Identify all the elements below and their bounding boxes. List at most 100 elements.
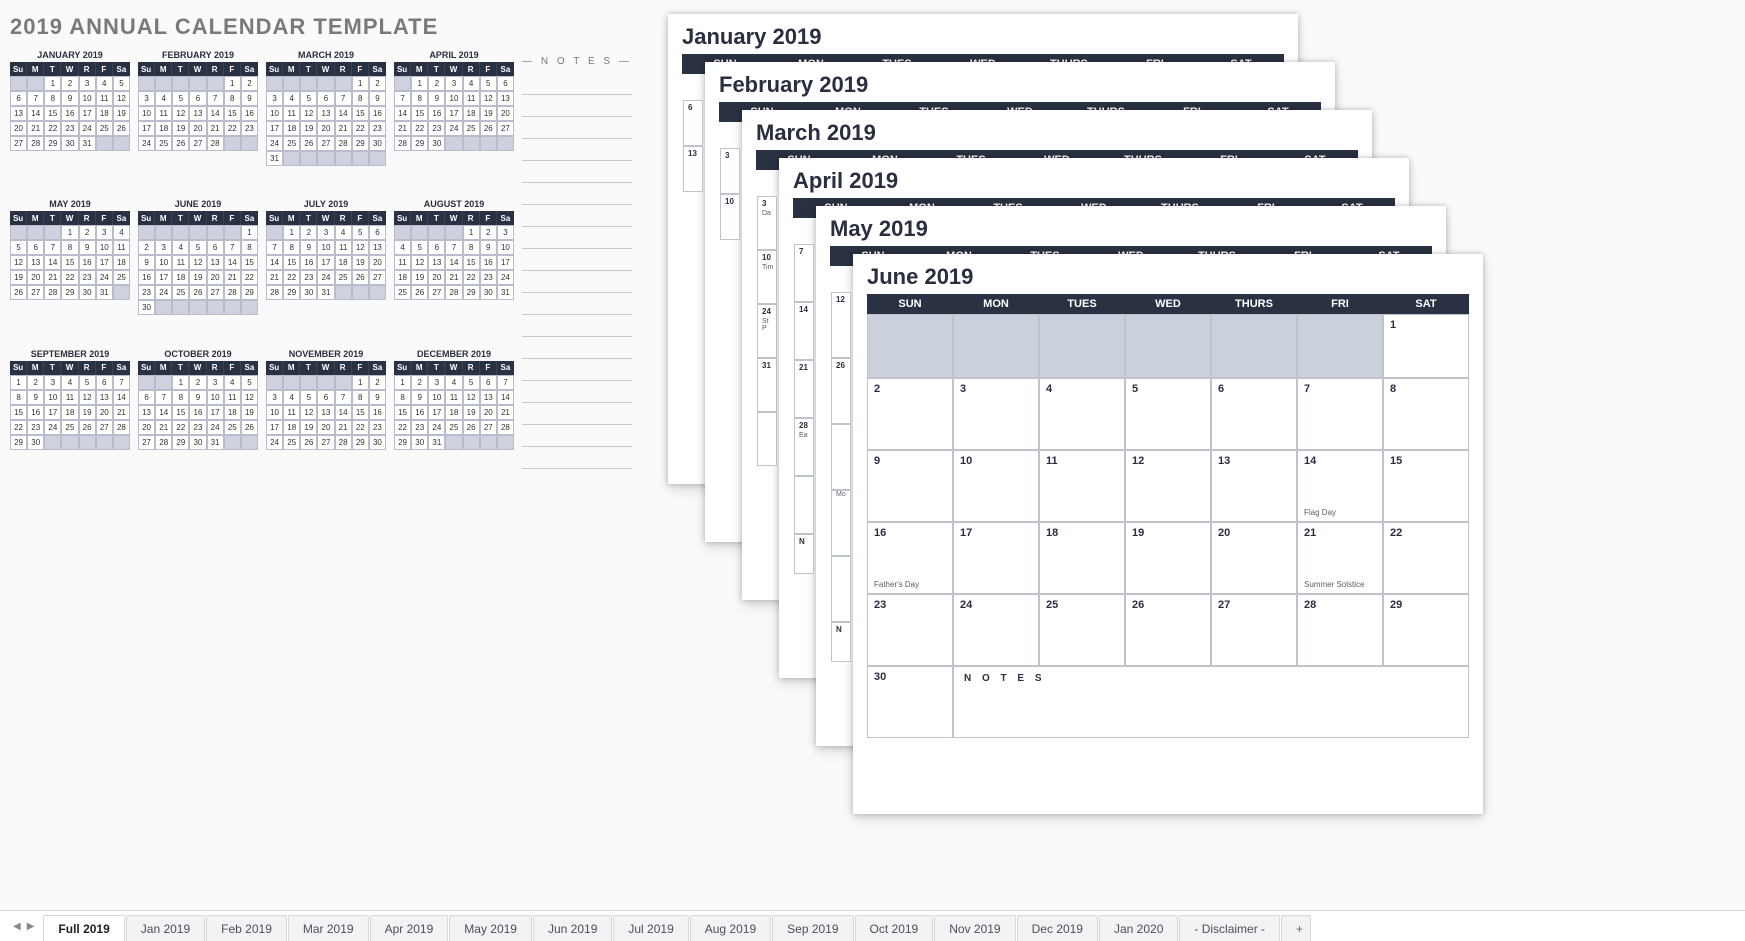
sheet-title-feb: February 2019 bbox=[719, 72, 1321, 98]
day-header-cell: SUN bbox=[867, 294, 953, 314]
sheet-tab-feb-2019[interactable]: Feb 2019 bbox=[206, 915, 287, 941]
stub-cell: 13 bbox=[683, 146, 703, 192]
day-cell bbox=[1297, 314, 1383, 378]
june-last-row: 30 N O T E S bbox=[867, 666, 1469, 738]
day-cell: 10 bbox=[953, 450, 1039, 522]
sheet-tab-may-2019[interactable]: May 2019 bbox=[449, 915, 532, 941]
day-cell: 1 bbox=[1383, 314, 1469, 378]
mini-month-march: MARCH 2019 SuMTWRFSa123456789101112131415… bbox=[266, 50, 386, 185]
stub-cell bbox=[757, 412, 777, 466]
day-cell: 7 bbox=[1297, 378, 1383, 450]
stub-cell: 3Da bbox=[757, 196, 777, 250]
sheet-tab-jun-2019[interactable]: Jun 2019 bbox=[533, 915, 612, 941]
stub-cell: 6 bbox=[683, 100, 703, 146]
sheet-tab-disclaimer[interactable]: - Disclaimer - bbox=[1179, 915, 1280, 941]
day-cell: 23 bbox=[867, 594, 953, 666]
annual-calendar-grid: JANUARY 2019SuMTWRFSa1234567891011121314… bbox=[10, 50, 632, 469]
day-cell: 17 bbox=[953, 522, 1039, 594]
tab-arrow-left-icon[interactable]: ◀ bbox=[13, 921, 21, 932]
stub-strip-jan: 613 bbox=[683, 100, 703, 192]
day-cell: 15 bbox=[1383, 450, 1469, 522]
stub-cell: Mo bbox=[831, 490, 851, 556]
mini-month-title: JUNE 2019 bbox=[138, 199, 258, 209]
day-cell bbox=[953, 314, 1039, 378]
day-cell: 22 bbox=[1383, 522, 1469, 594]
stub-strip-mar: 3Da10Tim24St P31 bbox=[757, 196, 777, 466]
june-day-30: 30 bbox=[867, 666, 953, 738]
day-cell: 28 bbox=[1297, 594, 1383, 666]
sheet-tab-aug-2019[interactable]: Aug 2019 bbox=[690, 915, 771, 941]
sheet-tab-dec-2019[interactable]: Dec 2019 bbox=[1017, 915, 1098, 941]
day-cell: 4 bbox=[1039, 378, 1125, 450]
sheet-tab-apr-2019[interactable]: Apr 2019 bbox=[370, 915, 449, 941]
sheet-tab-sep-2019[interactable]: Sep 2019 bbox=[772, 915, 853, 941]
mini-day-header: SuMTWRFSa bbox=[394, 62, 514, 76]
day-cell bbox=[1039, 314, 1125, 378]
mini-month-title: OCTOBER 2019 bbox=[138, 349, 258, 359]
tab-add-button[interactable]: + bbox=[1281, 915, 1311, 941]
mini-day-header: SuMTWRFSa bbox=[266, 62, 386, 76]
sheet-tab-jan-2019[interactable]: Jan 2019 bbox=[126, 915, 205, 941]
sheet-title-may: May 2019 bbox=[830, 216, 1432, 242]
mini-day-header: SuMTWRFSa bbox=[10, 211, 130, 225]
mini-day-grid: 1234567891011121314151617181920212223242… bbox=[394, 375, 514, 450]
mini-month-november: NOVEMBER 2019SuMTWRFSa123456789101112131… bbox=[266, 349, 386, 469]
stub-cell bbox=[831, 424, 851, 490]
day-cell bbox=[867, 314, 953, 378]
event-label: Summer Solstice bbox=[1304, 580, 1364, 589]
stub-strip-apr: 7142128EaN bbox=[794, 244, 814, 574]
mini-month-title: MARCH 2019 bbox=[266, 50, 386, 60]
mini-day-header: SuMTWRFSa bbox=[10, 62, 130, 76]
sheet-tab-full-2019[interactable]: Full 2019 bbox=[43, 915, 124, 941]
stub-cell: 31 bbox=[757, 358, 777, 412]
day-header-cell: FRI bbox=[1297, 294, 1383, 314]
sheet-tab-jul-2019[interactable]: Jul 2019 bbox=[613, 915, 688, 941]
mini-month-december: DECEMBER 2019SuMTWRFSa123456789101112131… bbox=[394, 349, 514, 469]
tab-nav-arrows[interactable]: ◀ ▶ bbox=[4, 911, 43, 941]
day-cell: 16Father's Day bbox=[867, 522, 953, 594]
day-header-cell: WED bbox=[1125, 294, 1211, 314]
annual-calendar-title: 2019 ANNUAL CALENDAR TEMPLATE bbox=[10, 14, 438, 40]
mini-month-july: JULY 2019SuMTWRFSa1234567891011121314151… bbox=[266, 199, 386, 334]
day-cell: 26 bbox=[1125, 594, 1211, 666]
sheet-june: June 2019 SUNMONTUESWEDTHURSFRISAT 12345… bbox=[853, 254, 1483, 814]
sheet-tab-jan-2020[interactable]: Jan 2020 bbox=[1099, 915, 1178, 941]
stub-cell: 26 bbox=[831, 358, 851, 424]
stub-cell: 14 bbox=[794, 302, 814, 360]
stub-strip-feb: 310 bbox=[720, 148, 740, 240]
event-label: Father's Day bbox=[874, 580, 919, 589]
stub-cell: 10 bbox=[720, 194, 740, 240]
day-cell: 24 bbox=[953, 594, 1039, 666]
mini-day-grid: 1234567891011121314151617181920212223242… bbox=[10, 375, 130, 450]
mini-month-title: SEPTEMBER 2019 bbox=[10, 349, 130, 359]
day-cell: 27 bbox=[1211, 594, 1297, 666]
day-cell bbox=[1211, 314, 1297, 378]
mini-day-grid: 1234567891011121314151617181920212223242… bbox=[266, 76, 386, 166]
sheet-tab-nov-2019[interactable]: Nov 2019 bbox=[934, 915, 1015, 941]
sheet-tab-mar-2019[interactable]: Mar 2019 bbox=[288, 915, 369, 941]
day-cell: 25 bbox=[1039, 594, 1125, 666]
sheet-title-jun: June 2019 bbox=[867, 264, 1469, 290]
june-notes-cell: N O T E S bbox=[953, 666, 1469, 738]
mini-month-title: JANUARY 2019 bbox=[10, 50, 130, 60]
stub-cell: 12 bbox=[831, 292, 851, 358]
stub-cell: 10Tim bbox=[757, 250, 777, 304]
stub-cell: 28Ea bbox=[794, 418, 814, 476]
sheet-tab-bar: ◀ ▶ Full 2019Jan 2019Feb 2019Mar 2019Apr… bbox=[0, 910, 1745, 941]
day-header-cell: SAT bbox=[1383, 294, 1469, 314]
mini-month-april: APRIL 2019SuMTWRFSa123456789101112131415… bbox=[394, 50, 514, 185]
mini-day-header: SuMTWRFSa bbox=[10, 361, 130, 375]
mini-day-grid: 1234567891011121314151617181920212223242… bbox=[394, 225, 514, 300]
day-cell: 9 bbox=[867, 450, 953, 522]
notes-column: — N O T E S — bbox=[522, 50, 632, 469]
sheet-tab-oct-2019[interactable]: Oct 2019 bbox=[855, 915, 934, 941]
day-cell: 3 bbox=[953, 378, 1039, 450]
tab-arrow-right-icon[interactable]: ▶ bbox=[27, 921, 35, 932]
stub-cell bbox=[794, 476, 814, 534]
mini-month-title: DECEMBER 2019 bbox=[394, 349, 514, 359]
mini-day-grid: 1234567891011121314151617181920212223242… bbox=[394, 76, 514, 151]
mini-day-grid: 1234567891011121314151617181920212223242… bbox=[266, 225, 386, 300]
day-cell: 29 bbox=[1383, 594, 1469, 666]
mini-day-grid: 1234567891011121314151617181920212223242… bbox=[138, 375, 258, 450]
event-label: Flag Day bbox=[1304, 508, 1336, 517]
